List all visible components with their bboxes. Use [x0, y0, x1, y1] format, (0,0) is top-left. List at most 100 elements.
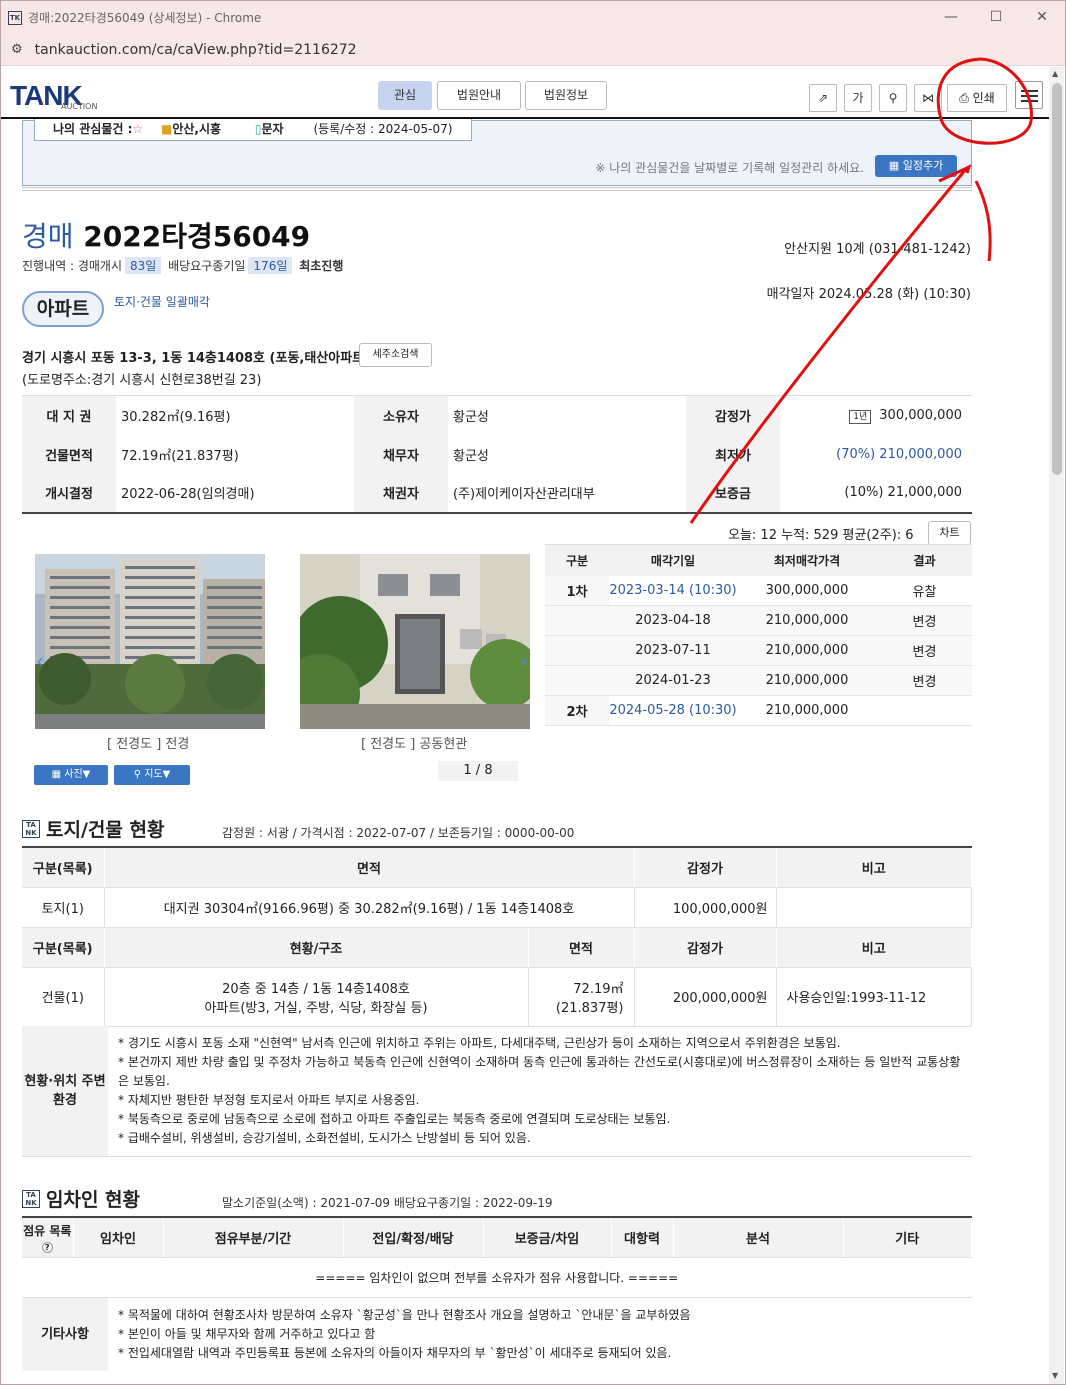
building-appraisal: 200,000,000원 [634, 967, 777, 1027]
favorite-region[interactable]: 안산,시흥 [172, 122, 221, 136]
col-category: 구분(목록) [22, 926, 105, 968]
share-external-icon[interactable]: ⇗ [809, 84, 837, 112]
value-appraisal-cell: 1년 300,000,000 [780, 396, 972, 435]
photo-button[interactable]: ▦ 사진▼ [34, 765, 108, 785]
favorite-note: ※ 나의 관심물건을 날짜별로 기록해 일정관리 하세요. [595, 161, 864, 175]
sale-date: 매각일자 2024.05.28 (화) (10:30) [766, 287, 971, 302]
property-address: 경기 시흥시 포동 13-3, 1동 14층1408호 (포동,태산아파트) [22, 351, 371, 366]
photo-exterior[interactable] [35, 554, 265, 729]
scrollbar[interactable]: ▲ ▼ [1049, 67, 1064, 1384]
minimize-icon[interactable]: — [941, 9, 961, 25]
building-floor: 20층 중 14층 / 1동 14층1408호 [222, 981, 410, 997]
no-tenant-message: ===== 임차인이 없으며 전부를 소유자가 점유 사용합니다. ===== [22, 1257, 972, 1298]
tenant-table: 점유 목록 ? 임차인 점유부분/기간 전입/확정/배당 보증금/차임 대항력 … [22, 1216, 972, 1298]
sale-date[interactable]: 2024-05-28 (10:30) [609, 695, 737, 726]
table-header-row: 구분(목록) 면적 감정가 비고 [22, 846, 972, 888]
view-stats: 오늘: 12 누적: 529 평균(2주): 6 [728, 528, 914, 543]
photo-entrance[interactable] [300, 554, 530, 729]
min-price: 210,000,000 [737, 665, 877, 696]
phone-icon: ▯ [254, 122, 262, 136]
favorite-tab: 나의 관심물건 :☆ ■안산,시흥 ▯문자 (등록/수정 : 2024-05-0… [34, 119, 472, 141]
col-occupy: 점유 목록 ? [22, 1216, 74, 1258]
env-label: 현황·위치 주변환경 [22, 1026, 108, 1157]
map-button[interactable]: ⚲ 지도▼ [114, 765, 190, 785]
days-demand-badge: 176일 [248, 257, 293, 274]
col-deposit: 보증금/차임 [483, 1216, 612, 1258]
photo-caption-2: [ 전경도 ] 공동현관 [361, 737, 468, 752]
sale-scope: 토지·건물 일괄매각 [114, 295, 210, 309]
demand-label: 배당요구종기일 [168, 259, 246, 273]
calendar-icon: ▦ [888, 159, 900, 172]
calendar-icon[interactable]: 1년 [849, 409, 872, 424]
col-etc: 기타 [843, 1216, 972, 1258]
map-pin-icon: ⚲ [133, 769, 142, 780]
scroll-down-icon[interactable]: ▼ [1052, 1371, 1058, 1380]
status-badge: 최초진행 [299, 259, 344, 273]
chart-button[interactable]: 차트 [928, 521, 971, 545]
col-sale-date: 매각기일 [609, 544, 737, 576]
add-schedule-button[interactable]: ▦ 일정추가 [875, 155, 957, 177]
case-number: 2022타경56049 [83, 220, 311, 253]
table-row: 2023-04-18 210,000,000 변경 [545, 605, 972, 636]
table-row: 현황·위치 주변환경 * 경기도 시흥시 포동 소재 "신현역" 남서측 인근에… [22, 1026, 972, 1157]
table-header-row: 점유 목록 ? 임차인 점유부분/기간 전입/확정/배당 보증금/차임 대항력 … [22, 1216, 972, 1258]
photo-pager: 1 / 8 [438, 761, 518, 781]
land-appraisal: 100,000,000원 [634, 887, 777, 928]
env-content: * 경기도 시흥시 포동 소재 "신현역" 남서측 인근에 위치하고 주위는 아… [108, 1026, 972, 1157]
round [545, 665, 609, 696]
tenant-title-text: 임차인 현황 [46, 1189, 141, 1211]
etc-line: * 목적물에 대하여 현황조사차 방문하여 소유자 `황군성`을 만나 현황조사… [118, 1308, 691, 1322]
favorite-updated: (등록/수정 : 2024-05-07) [313, 122, 453, 136]
progress-label: 진행내역 : 경매개시 [22, 259, 122, 273]
next-photo-icon[interactable]: › [520, 649, 528, 673]
scroll-up-icon[interactable]: ▲ [1052, 69, 1058, 78]
folder-icon: ■ [161, 122, 173, 136]
share-icon[interactable]: ⋈ [914, 84, 942, 112]
col-category: 구분(목록) [22, 846, 105, 888]
sale-date[interactable]: 2023-03-14 (10:30) [609, 575, 737, 606]
value-owner: 황군성 [453, 409, 489, 425]
add-schedule-label: 일정추가 [902, 159, 944, 172]
title-bar: TK 경매:2022타경56049 (상세정보) - Chrome — ☐ ✕ [1, 1, 1065, 34]
nav-court-guide-button[interactable]: 법원안내 [437, 81, 521, 110]
building-rooms: 아파트(방3, 거실, 주방, 식당, 화장실 등) [204, 1000, 428, 1016]
location-pin-icon[interactable]: ⚲ [879, 84, 907, 112]
help-icon[interactable]: ? [41, 1241, 53, 1253]
case-type: 경매 [22, 220, 74, 253]
label-min-price: 최저가 [686, 434, 780, 474]
address-bar: ⚙ tankauction.com/ca/caView.php?tid=2116… [1, 34, 1065, 66]
result: 변경 [877, 665, 972, 696]
scrollbar-thumb[interactable] [1052, 83, 1062, 475]
url-field[interactable]: tankauction.com/ca/caView.php?tid=211627… [35, 42, 357, 58]
prev-photo-icon[interactable]: ‹ [36, 649, 44, 673]
label-building-area: 건물면적 [22, 434, 116, 474]
close-icon[interactable]: ✕ [1032, 9, 1052, 25]
font-size-button[interactable]: 가 [844, 84, 872, 112]
sms-link[interactable]: 문자 [262, 122, 284, 136]
col-analysis: 분석 [673, 1216, 844, 1258]
tenant-section-title: TA NK 임차인 현황 [22, 1185, 140, 1212]
tenant-search-button[interactable]: 세주소검색 [359, 343, 432, 367]
col-result: 결과 [877, 544, 972, 576]
photo-entrance-image [300, 554, 530, 729]
map-button-label: 지도▼ [144, 769, 171, 780]
label-creditor: 채권자 [354, 473, 448, 513]
col-structure: 현황/구조 [104, 926, 529, 968]
col-priority: 대항력 [611, 1216, 674, 1258]
nav-court-info-button[interactable]: 법원정보 [525, 81, 607, 110]
star-icon[interactable]: ☆ [132, 122, 143, 136]
table-row: 2차 2024-05-28 (10:30) 210,000,000 [545, 695, 972, 726]
result: 변경 [877, 635, 972, 666]
label-start-decision: 개시결정 [22, 473, 116, 513]
print-button[interactable]: ⎙ 인쇄 [947, 84, 1007, 112]
min-price: 210,000,000 [737, 695, 877, 726]
maximize-icon[interactable]: ☐ [986, 9, 1006, 25]
value-appraisal: 300,000,000 [879, 407, 962, 423]
nav-interest-button[interactable]: 관심 [378, 81, 432, 110]
col-min-price: 최저매각가격 [737, 544, 877, 576]
site-info-icon[interactable]: ⚙ [11, 42, 23, 57]
etc-content: * 목적물에 대하여 현황조사차 방문하여 소유자 `황군성`을 만나 현황조사… [108, 1298, 972, 1371]
photo-exterior-image [35, 554, 265, 729]
favorite-label: 나의 관심물건 : [53, 122, 133, 136]
menu-icon[interactable] [1015, 81, 1043, 109]
